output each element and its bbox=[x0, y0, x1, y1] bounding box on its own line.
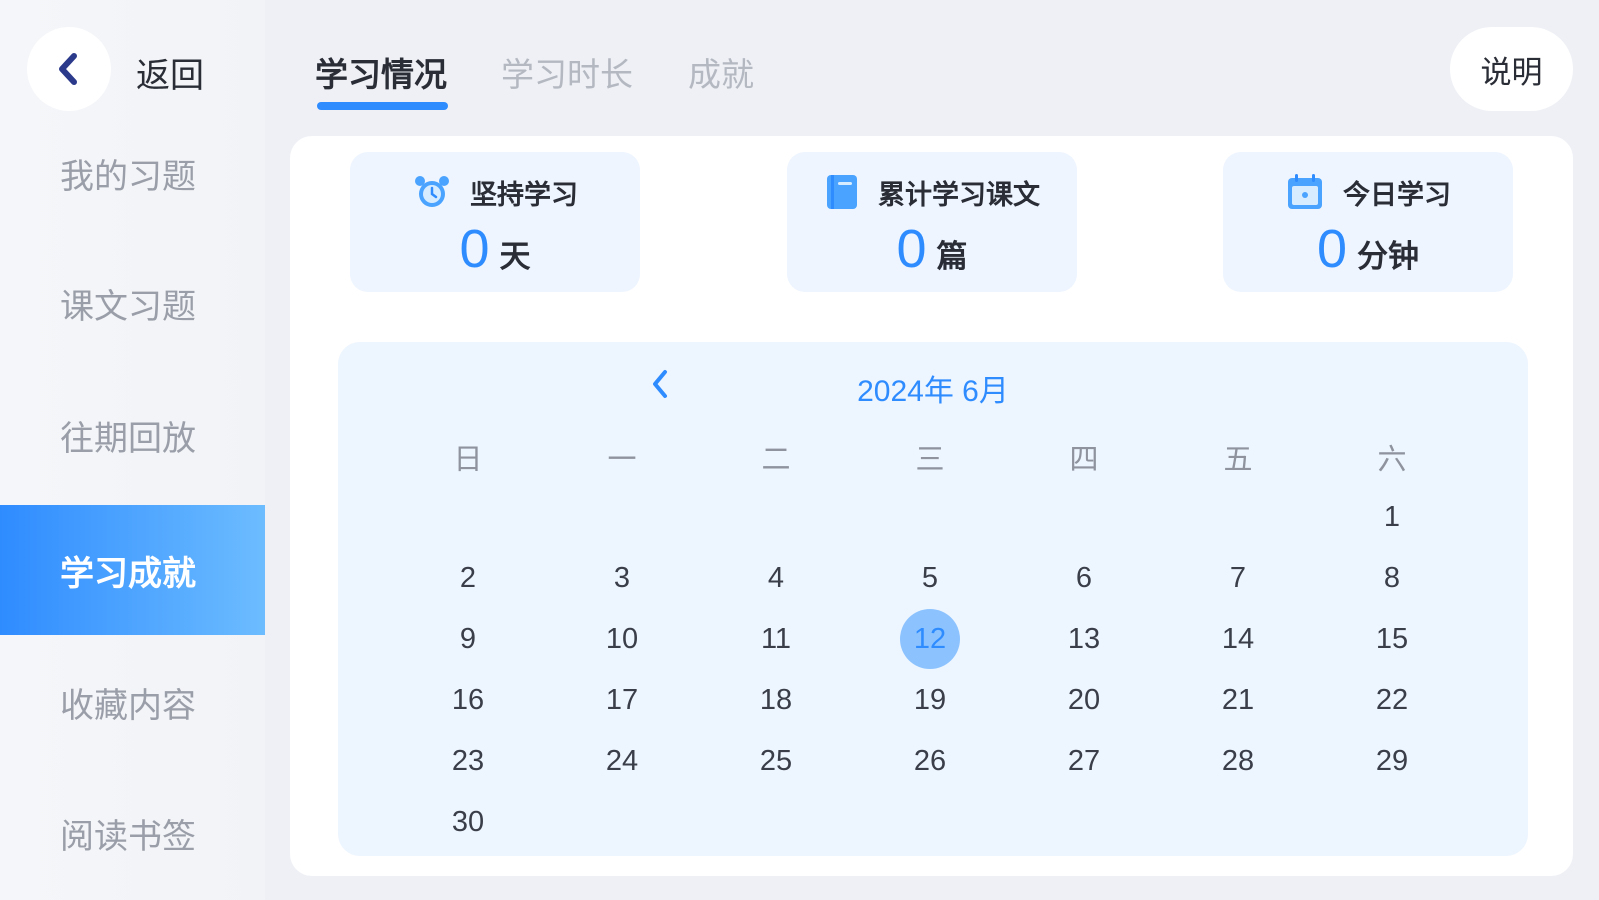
back-button[interactable] bbox=[27, 27, 111, 111]
stat-label: 坚持学习 bbox=[470, 179, 578, 211]
calendar-day[interactable]: 2 bbox=[438, 548, 498, 608]
sidebar-item-my-exercises[interactable]: 我的习题 bbox=[0, 108, 265, 238]
main-panel: 坚持学习 0 天 累计学习课文 0 篇 今日学习 0 分钟 2024年 6月 日… bbox=[290, 136, 1573, 876]
sidebar-item-bookmarks[interactable]: 阅读书签 bbox=[0, 768, 265, 898]
calendar-day[interactable]: 11 bbox=[746, 609, 806, 669]
calendar-day[interactable]: 13 bbox=[1054, 609, 1114, 669]
calendar-day[interactable]: 8 bbox=[1362, 548, 1422, 608]
weekday-label: 一 bbox=[607, 442, 637, 476]
calendar-day[interactable]: 30 bbox=[438, 792, 498, 852]
calendar-day[interactable]: 9 bbox=[438, 609, 498, 669]
calendar-day[interactable]: 7 bbox=[1208, 548, 1268, 608]
stat-unit: 分钟 bbox=[1357, 239, 1420, 275]
explain-button[interactable]: 说明 bbox=[1450, 27, 1573, 111]
stat-value: 0 bbox=[459, 219, 490, 279]
calendar-day[interactable]: 20 bbox=[1054, 670, 1114, 730]
stat-unit: 天 bbox=[499, 239, 531, 275]
stat-unit: 篇 bbox=[936, 239, 968, 275]
back-label[interactable]: 返回 bbox=[136, 48, 204, 97]
stat-card-streak: 坚持学习 0 天 bbox=[350, 152, 640, 292]
weekday-label: 六 bbox=[1377, 442, 1407, 476]
calendar-day[interactable]: 10 bbox=[592, 609, 652, 669]
book-icon bbox=[827, 175, 857, 209]
sidebar-item-achievements[interactable]: 学习成就 bbox=[0, 505, 265, 635]
tab-study-duration[interactable]: 学习时长 bbox=[501, 48, 633, 96]
weekday-label: 三 bbox=[915, 442, 945, 476]
calendar-day[interactable]: 18 bbox=[746, 670, 806, 730]
sidebar-item-favorites[interactable]: 收藏内容 bbox=[0, 637, 265, 767]
calendar-day[interactable]: 29 bbox=[1362, 731, 1422, 791]
weekday-label: 五 bbox=[1223, 442, 1253, 476]
calendar-day[interactable]: 28 bbox=[1208, 731, 1268, 791]
stat-value: 0 bbox=[896, 219, 927, 279]
calendar-day[interactable]: 23 bbox=[438, 731, 498, 791]
stat-label: 今日学习 bbox=[1343, 179, 1451, 211]
calendar-day[interactable]: 5 bbox=[900, 548, 960, 608]
calendar-day-today[interactable]: 12 bbox=[900, 609, 960, 669]
calendar-day[interactable]: 17 bbox=[592, 670, 652, 730]
weekday-label: 二 bbox=[761, 442, 791, 476]
weekday-label: 日 bbox=[453, 442, 483, 476]
sidebar: 返回 我的习题 课文习题 往期回放 学习成就 收藏内容 阅读书签 bbox=[0, 0, 265, 900]
alarm-clock-icon bbox=[415, 176, 449, 207]
calendar-day[interactable]: 16 bbox=[438, 670, 498, 730]
calendar: 2024年 6月 日一二三四五六 1 2 3 4 5 6 7 8 9 10 11 12 13 14 15 16 1… bbox=[338, 342, 1528, 856]
calendar-day[interactable]: 4 bbox=[746, 548, 806, 608]
active-tab-indicator bbox=[317, 102, 448, 110]
stat-value: 0 bbox=[1316, 219, 1348, 279]
stat-card-texts: 累计学习课文 0 篇 bbox=[787, 152, 1077, 292]
calendar-day[interactable]: 1 bbox=[1362, 487, 1422, 547]
chevron-left-icon bbox=[59, 53, 77, 85]
stat-card-today: 今日学习 0 分钟 bbox=[1223, 152, 1513, 292]
calendar-day[interactable]: 21 bbox=[1208, 670, 1268, 730]
calendar-day[interactable]: 26 bbox=[900, 731, 960, 791]
sidebar-item-text-exercises[interactable]: 课文习题 bbox=[0, 238, 265, 368]
calendar-day[interactable]: 27 bbox=[1054, 731, 1114, 791]
weekday-label: 四 bbox=[1069, 442, 1099, 476]
sidebar-item-replays[interactable]: 往期回放 bbox=[0, 370, 265, 500]
calendar-day[interactable]: 6 bbox=[1054, 548, 1114, 608]
calendar-day[interactable]: 25 bbox=[746, 731, 806, 791]
calendar-day[interactable]: 19 bbox=[900, 670, 960, 730]
calendar-icon bbox=[1288, 174, 1322, 209]
calendar-day[interactable]: 22 bbox=[1362, 670, 1422, 730]
calendar-month-title: 2024年 6月 bbox=[857, 375, 1009, 408]
calendar-day[interactable]: 24 bbox=[592, 731, 652, 791]
calendar-day[interactable]: 14 bbox=[1208, 609, 1268, 669]
calendar-day[interactable]: 15 bbox=[1362, 609, 1422, 669]
tab-achievements[interactable]: 成就 bbox=[688, 48, 754, 96]
tab-study-status[interactable]: 学习情况 bbox=[315, 48, 447, 96]
calendar-day[interactable]: 3 bbox=[592, 548, 652, 608]
stat-label: 累计学习课文 bbox=[878, 179, 1040, 211]
